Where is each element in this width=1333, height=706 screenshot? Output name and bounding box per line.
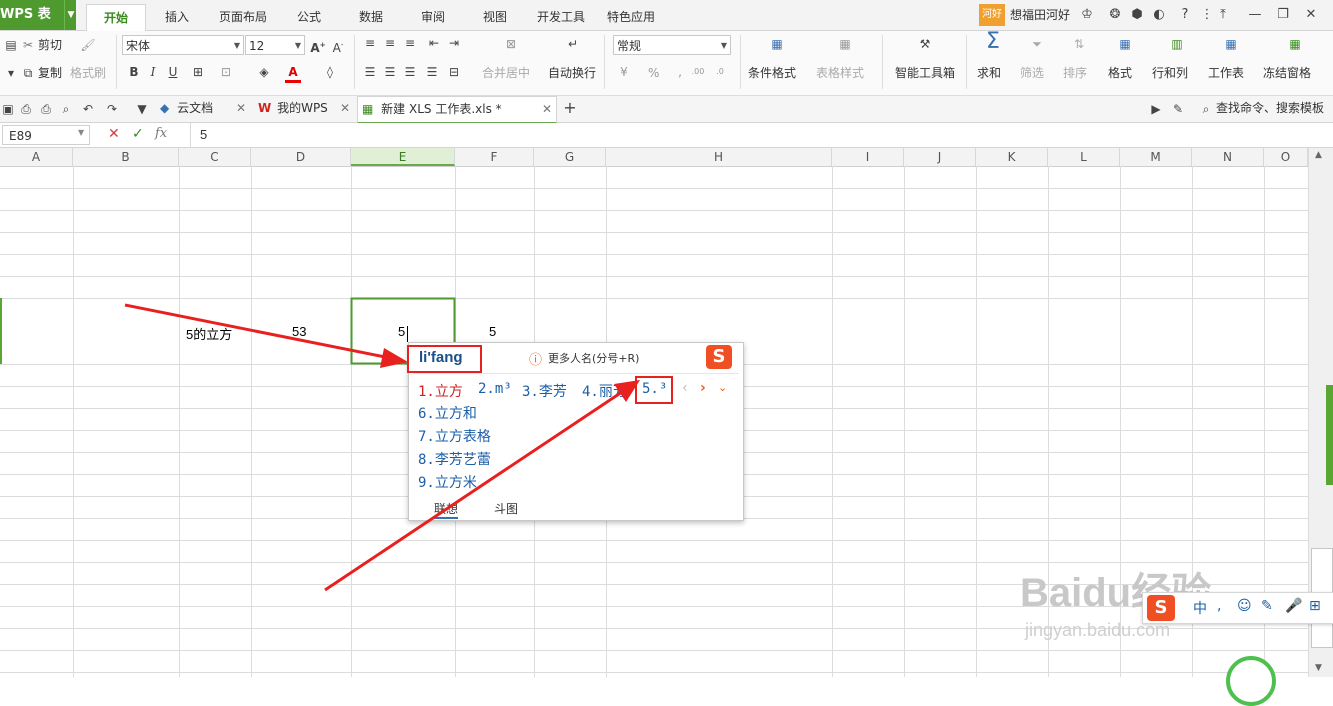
handwriting-icon[interactable]: ✎ [1261,598,1273,614]
chinese-mode-icon[interactable]: 中 [1193,598,1207,618]
annotation-arrowhead [380,348,408,368]
annotation-arrow-line [324,390,623,592]
toolbox-grid-icon[interactable]: ⊞ [1309,598,1321,614]
sogou-logo-icon[interactable]: S [1147,595,1175,621]
annotation-arrow-line [124,303,391,360]
punctuation-icon[interactable]: , [1217,598,1221,614]
emoji-icon[interactable]: ☺ [1237,598,1252,614]
speed-ball-widget[interactable] [1226,656,1276,706]
ime-status-toolbar: S 中 , ☺ ✎ 🎤 ⊞ [1142,592,1333,624]
annotation-arrowhead [614,380,640,402]
microphone-icon[interactable]: 🎤 [1285,598,1302,614]
